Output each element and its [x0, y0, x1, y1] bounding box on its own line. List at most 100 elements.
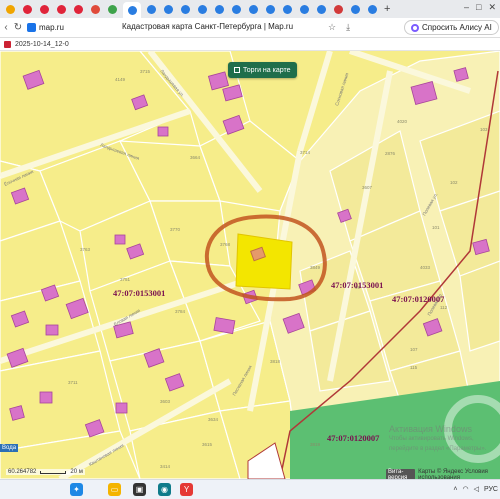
- opera-icon: [40, 4, 49, 14]
- parcel-number: 3770: [170, 227, 181, 232]
- parcel-number: 3751: [120, 277, 131, 282]
- water-layer-label: Вода: [0, 444, 19, 452]
- windows-activation-watermark: Активация Windows Чтобы активировать Win…: [389, 424, 489, 454]
- parcel-number: 3714: [300, 150, 311, 155]
- minimize-icon[interactable]: –: [464, 2, 469, 13]
- torgi-map-button[interactable]: Торги на карте: [228, 62, 297, 78]
- edge-icon[interactable]: ◉: [158, 483, 171, 496]
- opera-icon: [74, 4, 83, 14]
- maximize-icon[interactable]: □: [476, 2, 481, 13]
- cadastral-quarter-label: 47:07:0153001: [331, 280, 383, 290]
- map-scale: 60.264782 20 м: [6, 469, 85, 475]
- opera-icon[interactable]: [55, 3, 68, 16]
- parcel-number: 3818: [270, 359, 281, 364]
- parcel-number: 101: [432, 225, 440, 230]
- parcel-number: 3763: [80, 247, 91, 252]
- map-icon: [317, 4, 326, 14]
- cadastral-map[interactable]: 4149 3715 3664 3714 3763 3770 3768 3607 2876 4020…: [0, 51, 500, 479]
- map-icon[interactable]: [247, 3, 260, 16]
- beta-version-badge[interactable]: Вита-версия: [386, 469, 416, 479]
- parcel-number: 4020: [397, 119, 408, 124]
- map-icon: [164, 4, 173, 14]
- page-title: Кадастровая карта Санкт-Петербурга | Map…: [122, 22, 294, 31]
- map-icon[interactable]: [366, 3, 379, 16]
- map-icon[interactable]: [281, 3, 294, 16]
- cadastral-quarter-label: 47:07:0153001: [113, 288, 165, 298]
- bookmark-item[interactable]: 2025-10-14_12-0: [15, 41, 69, 48]
- opera-icon: [57, 4, 66, 14]
- opera-icon[interactable]: [21, 3, 34, 16]
- gmail-icon: [91, 4, 100, 14]
- map-icon[interactable]: [315, 3, 328, 16]
- map-icon[interactable]: [179, 3, 192, 16]
- map-icon[interactable]: [230, 3, 243, 16]
- download-icon[interactable]: ⤓: [346, 22, 350, 33]
- parcel-number: 3615: [202, 442, 213, 447]
- browser-toolbar: ‹ ↻ map.ru Кадастровая карта Санкт-Петер…: [0, 18, 500, 38]
- map-attribution: Вита-версия Карты © Яндекс Условия испол…: [386, 469, 500, 479]
- parcel-number: 4033: [420, 265, 431, 270]
- opera-icon: [23, 4, 32, 14]
- map-canvas[interactable]: 4149 3715 3664 3714 3763 3770 3768 3607 2876 4020…: [0, 51, 500, 479]
- volume-icon[interactable]: ◁: [474, 485, 479, 493]
- map-icon: [266, 4, 275, 14]
- page-icon[interactable]: [4, 3, 17, 16]
- gmail-icon[interactable]: [89, 3, 102, 16]
- map-icon[interactable]: [264, 3, 277, 16]
- parcel-number: 102: [450, 180, 458, 185]
- parcel-number: 3715: [140, 69, 151, 74]
- reload-icon[interactable]: ↻: [12, 22, 24, 33]
- opera-icon[interactable]: [72, 3, 85, 16]
- new-tab-button[interactable]: +: [384, 3, 390, 15]
- terminal-icon[interactable]: ▣: [133, 483, 146, 496]
- street-label: Сосновая линия: [334, 72, 349, 107]
- site-domain: map.ru: [39, 23, 64, 32]
- parcel-number: 3634: [208, 417, 219, 422]
- map-icon[interactable]: [349, 3, 362, 16]
- cadastral-quarter-label: 47:07:0120007: [327, 433, 380, 443]
- map-icon: [215, 4, 224, 14]
- address-bar[interactable]: map.ru: [27, 23, 64, 32]
- rss-icon[interactable]: [332, 3, 345, 16]
- map-icon: [198, 4, 207, 14]
- attribution-text[interactable]: Карты © Яндекс Условия использования: [418, 469, 500, 479]
- parcel-number: 3849: [310, 265, 321, 270]
- parcel-number: 3603: [160, 399, 171, 404]
- copilot-icon[interactable]: ✦: [70, 483, 83, 496]
- chevron-up-icon[interactable]: ˄: [453, 486, 457, 493]
- window-controls: – □ ✕: [464, 2, 496, 13]
- parcel-number: 3784: [175, 309, 186, 314]
- bookmarks-bar: 2025-10-14_12-0: [0, 38, 500, 51]
- parcel-number: 3768: [220, 242, 231, 247]
- map-icon[interactable]: [123, 2, 141, 18]
- yandex-browser-icon[interactable]: Y: [180, 483, 193, 496]
- parcel-number: 112: [440, 305, 448, 310]
- page-icon: [6, 4, 15, 14]
- windows-taskbar: ˄ ◠ ◁ РУС ✦ ▭ ▣ ◉ Y: [0, 479, 500, 499]
- parcel-number: 3414: [160, 464, 171, 469]
- auction-icon: [234, 67, 240, 73]
- bookmark-icon[interactable]: [106, 3, 119, 16]
- map-icon[interactable]: [145, 3, 158, 16]
- map-icon[interactable]: [162, 3, 175, 16]
- map-icon: [147, 4, 156, 14]
- back-icon[interactable]: ‹: [0, 22, 12, 33]
- bookmark-icon: [108, 4, 117, 14]
- map-icon[interactable]: [196, 3, 209, 16]
- map-icon[interactable]: [298, 3, 311, 16]
- wifi-icon[interactable]: ◠: [462, 485, 468, 493]
- map-icon: [368, 4, 377, 14]
- alice-icon: [411, 23, 419, 32]
- close-icon[interactable]: ✕: [488, 2, 496, 13]
- map-icon: [181, 4, 190, 14]
- file-explorer-icon[interactable]: ▭: [108, 483, 121, 496]
- opera-icon[interactable]: [38, 3, 51, 16]
- language-indicator[interactable]: РУС: [484, 486, 498, 493]
- ask-alice-button[interactable]: Спросить Алису AI: [404, 20, 499, 35]
- map-icon: [300, 4, 309, 14]
- map-icon[interactable]: [213, 3, 226, 16]
- cadastral-quarter-label: 47:07:0120007: [392, 294, 445, 304]
- map-icon: [351, 4, 360, 14]
- map-icon: [249, 4, 258, 14]
- bookmark-star-icon[interactable]: ☆: [328, 22, 336, 33]
